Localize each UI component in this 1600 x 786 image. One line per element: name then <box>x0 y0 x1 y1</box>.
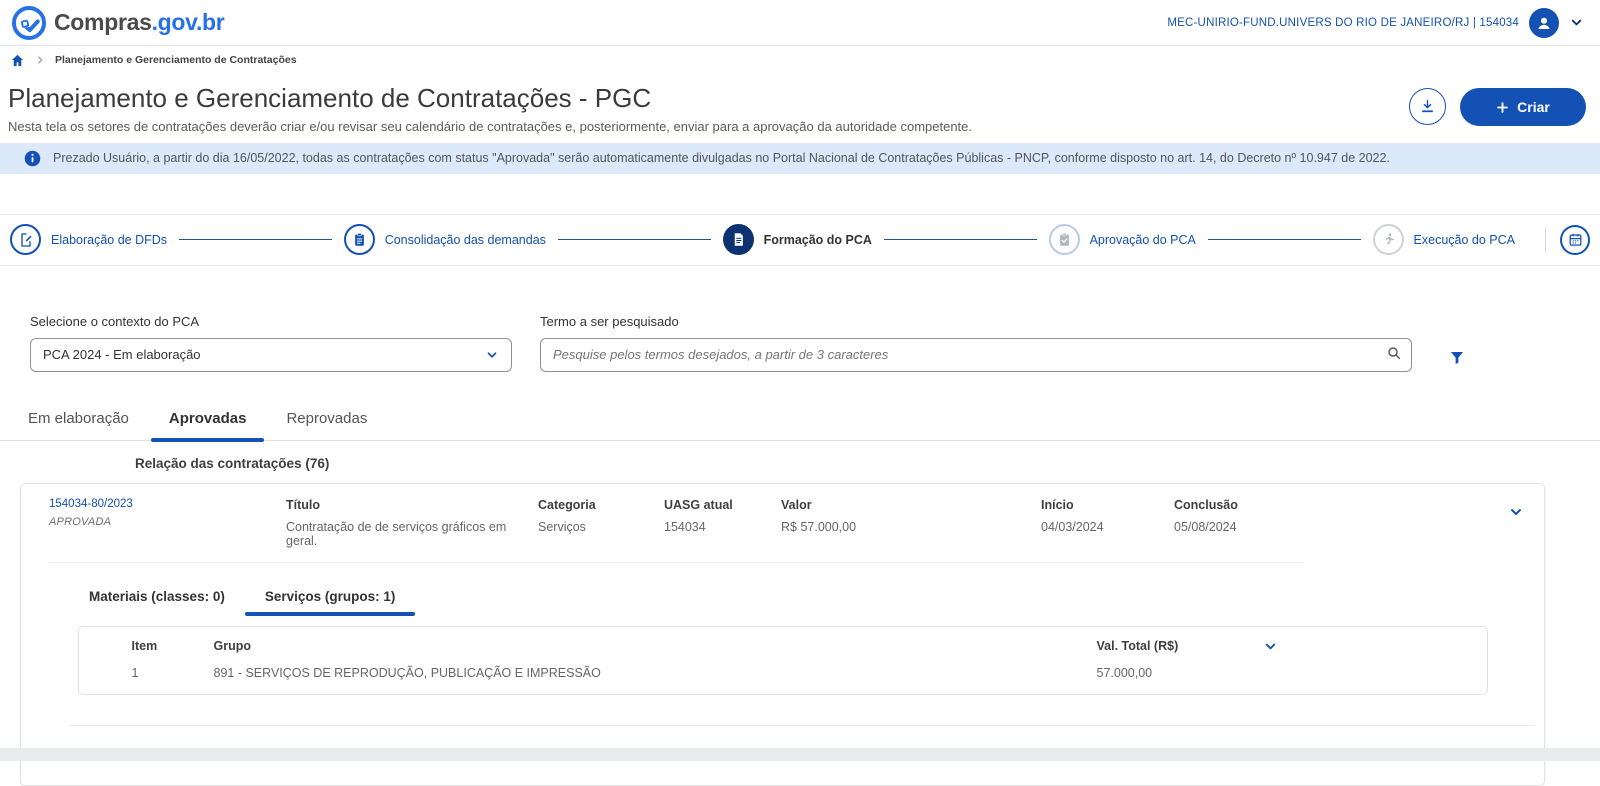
stepper-connector <box>558 239 711 240</box>
uasg-label: UASG atual <box>664 498 781 512</box>
pca-context-selected-value: PCA 2024 - Em elaboração <box>43 347 201 362</box>
chevron-down-icon <box>485 348 499 362</box>
download-icon <box>1419 98 1436 115</box>
user-avatar-icon[interactable] <box>1529 8 1559 38</box>
items-table-row: 1 891 - SERVIÇOS DE REPRODUÇÃO, PUBLICAÇ… <box>79 666 1487 680</box>
search-button[interactable] <box>1386 345 1402 361</box>
contract-id-cell: 154034-80/2023 APROVADA <box>49 498 286 548</box>
stepper-divider <box>1545 227 1546 253</box>
contract-id-link[interactable]: 154034-80/2023 <box>49 498 286 510</box>
info-alert-text: Prezado Usuário, a partir do dia 16/05/2… <box>53 151 1390 165</box>
calendar-icon <box>1568 232 1583 247</box>
categoria-value: Serviços <box>538 520 664 534</box>
download-button[interactable] <box>1409 88 1446 125</box>
followups-divider <box>69 725 1534 726</box>
step-execucao-pca[interactable]: Execução do PCA <box>1373 224 1515 255</box>
context-select-label: Selecione o contexto do PCA <box>30 314 512 329</box>
status-tabs: Em elaboração Aprovadas Reprovadas <box>0 402 1600 441</box>
subtab-servicos[interactable]: Serviços (grupos: 1) <box>245 581 416 616</box>
titulo-value: Contratação de de serviços gráficos em g… <box>286 520 538 548</box>
info-alert: Prezado Usuário, a partir do dia 16/05/2… <box>0 143 1600 174</box>
title-bar: Planejamento e Gerenciamento de Contrata… <box>0 74 1600 134</box>
step-aprovacao-pca[interactable]: Aprovação do PCA <box>1049 224 1196 255</box>
items-header-valtotal: Val. Total (R$) <box>1067 639 1257 653</box>
search-icon <box>1386 345 1402 361</box>
clipboard-icon <box>344 224 375 255</box>
pca-context-select[interactable]: PCA 2024 - Em elaboração <box>30 338 512 372</box>
inicio-value: 04/03/2024 <box>1041 520 1174 534</box>
filters-section: Selecione o contexto do PCA PCA 2024 - E… <box>0 266 1600 372</box>
items-header-grupo: Grupo <box>214 639 1067 653</box>
items-table: Item Grupo Val. Total (R$) 1 891 - SERVI… <box>78 626 1488 695</box>
stepper-connector <box>179 239 332 240</box>
app-header: Compras.gov.br MEC-UNIRIO-FUND.UNIVERS D… <box>0 0 1600 46</box>
contract-collapse-chevron-up-icon[interactable] <box>1488 498 1544 548</box>
uasg-value: 154034 <box>664 520 781 534</box>
user-menu-chevron-down-icon[interactable] <box>1569 15 1584 30</box>
user-organization: MEC-UNIRIO-FUND.UNIVERS DO RIO DE JANEIR… <box>1167 17 1519 29</box>
titulo-label: Título <box>286 498 538 512</box>
create-button[interactable]: Criar <box>1460 88 1586 126</box>
home-icon[interactable] <box>10 53 25 68</box>
file-icon <box>723 224 754 255</box>
filter-button[interactable] <box>1448 349 1466 367</box>
items-header-item: Item <box>124 639 214 653</box>
items-table-header: Item Grupo Val. Total (R$) <box>79 639 1487 654</box>
stepper-connector <box>1208 239 1361 240</box>
step-formacao-pca[interactable]: Formação do PCA <box>723 224 872 255</box>
contract-card: 154034-80/2023 APROVADA Título Contrataç… <box>20 483 1545 786</box>
search-label: Termo a ser pesquisado <box>540 314 1412 329</box>
item-number: 1 <box>124 666 214 680</box>
conclusao-value: 05/08/2024 <box>1174 520 1488 534</box>
items-subtabs: Materiais (classes: 0) Serviços (grupos:… <box>69 581 1544 616</box>
breadcrumb-current: Planejamento e Gerenciamento de Contrata… <box>55 54 297 66</box>
page-bottom-strip <box>0 748 1600 761</box>
search-input[interactable] <box>540 338 1412 372</box>
tab-reprovadas[interactable]: Reprovadas <box>266 402 387 440</box>
conclusao-label: Conclusão <box>1174 498 1488 512</box>
contract-valor-cell: Valor R$ 57.000,00 <box>781 498 1041 548</box>
pca-stepper: Elaboração de DFDs Consolidação das dema… <box>0 214 1600 266</box>
item-val-total: 57.000,00 <box>1067 666 1257 680</box>
contract-conclusao-cell: Conclusão 05/08/2024 <box>1174 498 1488 548</box>
items-collapse-chevron-down-icon[interactable] <box>1257 639 1278 654</box>
inicio-label: Início <box>1041 498 1174 512</box>
categoria-label: Categoria <box>538 498 664 512</box>
stepper-connector <box>884 239 1037 240</box>
comprasgovbr-logo-icon <box>10 4 48 42</box>
tab-em-elaboracao[interactable]: Em elaboração <box>8 402 149 440</box>
contract-count-label: Relação das contratações (76) <box>135 456 1600 471</box>
page-title: Planejamento e Gerenciamento de Contrata… <box>8 84 972 114</box>
calendar-button[interactable] <box>1560 225 1590 255</box>
valor-label: Valor <box>781 498 1041 512</box>
contract-summary-row: 154034-80/2023 APROVADA Título Contrataç… <box>21 484 1544 560</box>
breadcrumb-separator-icon <box>35 55 45 65</box>
step-elaboracao-dfds[interactable]: Elaboração de DFDs <box>10 224 167 255</box>
runner-icon <box>1373 224 1404 255</box>
comprasgovbr-logo[interactable]: Compras.gov.br <box>10 4 224 42</box>
logo-wordmark: Compras.gov.br <box>54 9 224 36</box>
plus-icon <box>1496 101 1509 114</box>
info-icon <box>24 150 41 167</box>
breadcrumb: Planejamento e Gerenciamento de Contrata… <box>0 46 1600 74</box>
contract-titulo-cell: Título Contratação de de serviços gráfic… <box>286 498 538 548</box>
contract-status-badge: APROVADA <box>49 516 286 528</box>
contract-uasg-cell: UASG atual 154034 <box>664 498 781 548</box>
clipboard-check-icon <box>1049 224 1080 255</box>
funnel-icon <box>1448 349 1466 367</box>
item-grupo: 891 - SERVIÇOS DE REPRODUÇÃO, PUBLICAÇÃO… <box>214 666 1067 680</box>
tab-aprovadas[interactable]: Aprovadas <box>149 402 267 440</box>
page-subtitle: Nesta tela os setores de contratações de… <box>8 119 972 134</box>
contract-inicio-cell: Início 04/03/2024 <box>1041 498 1174 548</box>
step-consolidacao-demandas[interactable]: Consolidação das demandas <box>344 224 546 255</box>
valor-value: R$ 57.000,00 <box>781 520 1041 534</box>
file-signature-icon <box>10 224 41 255</box>
subtab-materiais[interactable]: Materiais (classes: 0) <box>69 581 245 616</box>
contract-divider <box>49 562 1304 563</box>
contract-categoria-cell: Categoria Serviços <box>538 498 664 548</box>
